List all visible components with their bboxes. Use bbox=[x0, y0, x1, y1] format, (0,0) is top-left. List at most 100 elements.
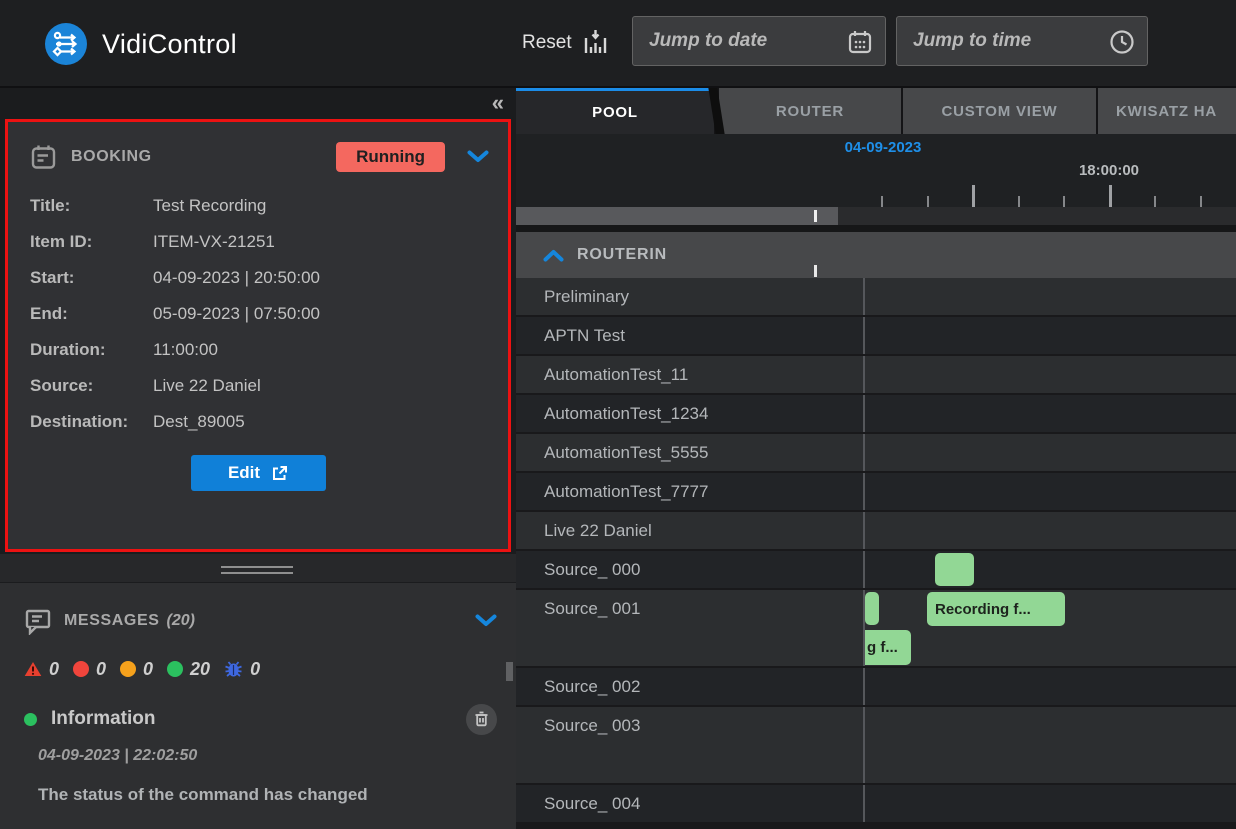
resize-grip-line bbox=[221, 572, 293, 574]
tab-label: KWISATZ HA bbox=[1116, 103, 1217, 120]
booking-field-value: Test Recording bbox=[153, 196, 266, 216]
row-name-cell[interactable]: Preliminary bbox=[516, 278, 865, 315]
timeline-row: Source_ 001 Recording f... g f... bbox=[516, 590, 1236, 668]
booking-panel-title: BOOKING bbox=[71, 148, 152, 166]
clock-icon[interactable] bbox=[1109, 29, 1135, 55]
row-name-cell[interactable]: Source_ 000 bbox=[516, 551, 865, 588]
delete-message-button[interactable] bbox=[466, 704, 497, 735]
bug-icon bbox=[224, 660, 243, 678]
timeline-row: Source_ 002 bbox=[516, 668, 1236, 707]
timeline-row: Preliminary bbox=[516, 278, 1236, 317]
panel-resize-handle[interactable] bbox=[0, 554, 516, 582]
ruler-tick bbox=[1200, 196, 1202, 207]
collapse-sidebar-icon[interactable]: « bbox=[492, 90, 504, 116]
row-name-cell[interactable]: APTN Test bbox=[516, 317, 865, 354]
ruler-tick bbox=[1154, 196, 1156, 207]
calendar-icon[interactable] bbox=[847, 29, 873, 55]
alert-dot-icon bbox=[120, 661, 136, 677]
message-timestamp: 04-09-2023 | 22:02:50 bbox=[38, 747, 516, 765]
router-group-header[interactable]: ROUTERIN bbox=[516, 232, 1236, 278]
row-name: AutomationTest_7777 bbox=[544, 473, 708, 510]
app-title: VidiControl bbox=[102, 29, 237, 60]
tab-router[interactable]: ROUTER bbox=[719, 88, 901, 134]
booking-field-value: Dest_89005 bbox=[153, 412, 245, 432]
left-sidebar: « BOOKING Running Title:Test RecordingIt… bbox=[0, 88, 516, 829]
warning-triangle-icon bbox=[24, 661, 42, 677]
severity-count-value: 0 bbox=[250, 659, 260, 680]
row-timeline-cell bbox=[865, 434, 1236, 471]
tab-custom-view[interactable]: CUSTOM VIEW bbox=[903, 88, 1096, 134]
jump-to-time-field[interactable] bbox=[896, 16, 1148, 66]
row-timeline-cell bbox=[865, 512, 1236, 549]
status-badge: Running bbox=[336, 142, 445, 172]
row-name: APTN Test bbox=[544, 317, 625, 354]
jump-to-date-field[interactable] bbox=[632, 16, 886, 66]
booking-field-value: 04-09-2023 | 20:50:00 bbox=[153, 268, 320, 288]
scrollbar-thumb[interactable] bbox=[516, 207, 838, 225]
timeline-row: AutomationTest_1234 bbox=[516, 395, 1236, 434]
tab-pool[interactable]: POOL bbox=[516, 88, 714, 134]
timeline-ruler: 04-09-2023 18:00:00 bbox=[516, 134, 1236, 225]
tab-kwisatz-ha[interactable]: KWISATZ HA bbox=[1098, 88, 1236, 134]
edit-button[interactable]: Edit bbox=[191, 455, 326, 491]
row-timeline-cell bbox=[865, 551, 1236, 588]
booking-calendar-icon bbox=[30, 144, 57, 171]
row-name-cell[interactable]: Source_ 003 bbox=[516, 707, 865, 783]
row-timeline-cell bbox=[865, 278, 1236, 315]
row-timeline-cell bbox=[865, 785, 1236, 822]
edit-button-label: Edit bbox=[228, 463, 260, 483]
resize-grip-line bbox=[221, 566, 293, 568]
booking-field-value: 05-09-2023 | 07:50:00 bbox=[153, 304, 320, 324]
messages-panel-header: MESSAGES (20) bbox=[24, 605, 497, 637]
ruler-tick bbox=[881, 196, 883, 207]
messages-collapse-button[interactable] bbox=[475, 614, 497, 628]
row-timeline-cell bbox=[865, 473, 1236, 510]
row-name-cell[interactable]: Source_ 001 bbox=[516, 590, 865, 666]
timeline-horizontal-scrollbar[interactable] bbox=[516, 207, 1236, 225]
recording-block[interactable]: g f... bbox=[865, 630, 911, 665]
reset-button[interactable]: Reset bbox=[522, 0, 609, 86]
timeline-row: AutomationTest_5555 bbox=[516, 434, 1236, 473]
row-timeline-cell bbox=[865, 356, 1236, 393]
timeline-row: AutomationTest_7777 bbox=[516, 473, 1236, 512]
severity-counter: 0 bbox=[73, 659, 106, 680]
row-name-cell[interactable]: AutomationTest_11 bbox=[516, 356, 865, 393]
severity-count-value: 0 bbox=[49, 659, 59, 680]
row-name-cell[interactable]: Source_ 002 bbox=[516, 668, 865, 705]
chevron-down-icon bbox=[467, 150, 489, 164]
trash-icon bbox=[474, 711, 489, 727]
row-name: Source_ 001 bbox=[544, 590, 640, 627]
timeline-row: Source_ 000 bbox=[516, 551, 1236, 590]
booking-fields: Title:Test RecordingItem ID:ITEM-VX-2125… bbox=[30, 188, 508, 440]
row-name-cell[interactable]: Source_ 004 bbox=[516, 785, 865, 822]
chevron-up-icon[interactable] bbox=[543, 249, 564, 262]
booking-field: Destination:Dest_89005 bbox=[30, 404, 508, 440]
recording-block[interactable] bbox=[865, 592, 879, 625]
message-severity: Information bbox=[51, 708, 156, 730]
recording-block[interactable] bbox=[935, 553, 974, 586]
severity-counter: 20 bbox=[167, 659, 210, 680]
messages-panel-title: MESSAGES bbox=[64, 612, 160, 630]
row-name-cell[interactable]: Live 22 Daniel bbox=[516, 512, 865, 549]
booking-field-label: Duration: bbox=[30, 340, 153, 360]
ruler-tick bbox=[1063, 196, 1065, 207]
row-name: Source_ 000 bbox=[544, 551, 640, 588]
info-dot-icon bbox=[167, 661, 183, 677]
messages-count: (20) bbox=[167, 612, 195, 630]
message-severity-counters: 00020 0 bbox=[24, 659, 516, 679]
severity-count-value: 20 bbox=[190, 659, 210, 680]
row-name-cell[interactable]: AutomationTest_7777 bbox=[516, 473, 865, 510]
chevron-down-icon bbox=[475, 614, 497, 628]
messages-icon bbox=[24, 607, 52, 635]
tab-label: CUSTOM VIEW bbox=[941, 103, 1057, 120]
ruler-tick bbox=[972, 185, 975, 207]
view-tabs: POOLROUTER CUSTOM VIEW KWISATZ HA bbox=[516, 88, 1236, 134]
booking-collapse-button[interactable] bbox=[467, 150, 489, 164]
booking-field-value: ITEM-VX-21251 bbox=[153, 232, 275, 252]
row-name-cell[interactable]: AutomationTest_1234 bbox=[516, 395, 865, 432]
messages-scrollbar-thumb[interactable] bbox=[506, 662, 513, 681]
booking-field-label: Source: bbox=[30, 376, 153, 396]
timeline-row: Live 22 Daniel bbox=[516, 512, 1236, 551]
recording-block[interactable]: Recording f... bbox=[927, 592, 1065, 626]
row-name-cell[interactable]: AutomationTest_5555 bbox=[516, 434, 865, 471]
